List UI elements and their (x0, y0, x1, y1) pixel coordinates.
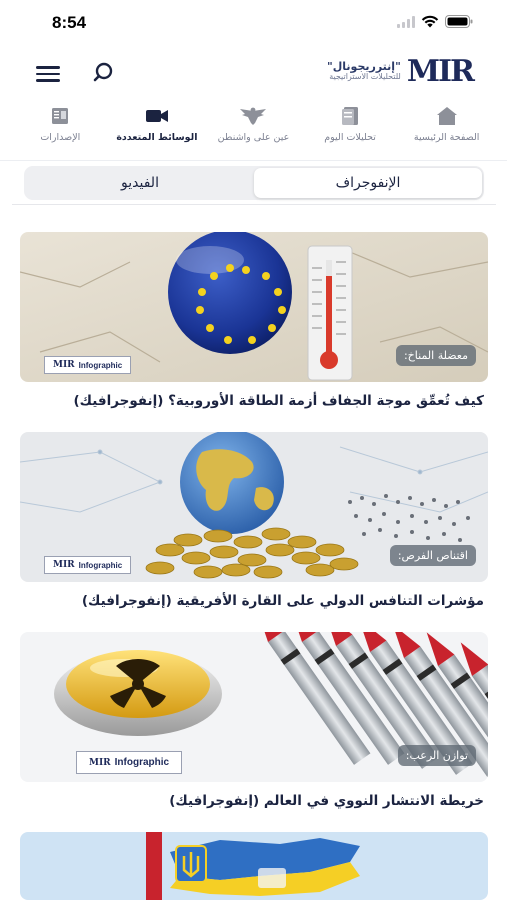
media-type-tabs: الفيديو الإنفوجراف (24, 166, 484, 200)
status-time: 8:54 (52, 13, 87, 32)
publications-icon (50, 104, 70, 128)
wifi-icon (421, 15, 439, 28)
nav-item-label: تحليلات اليوم (324, 132, 376, 143)
article-image-nuclear-map: توازن الرعب: MIR Infographic (20, 632, 488, 782)
document-icon (341, 104, 359, 128)
hamburger-menu-icon[interactable] (36, 66, 60, 84)
article-tag: توازن الرعب: (397, 745, 476, 766)
article-tag: اقتناص الفرص: (389, 545, 476, 566)
status-bar: 8:54 (0, 0, 507, 46)
tab-video[interactable]: الفيديو (26, 168, 254, 198)
article-image-europe-drought: معضلة المناخ: MIR Infographic (20, 232, 488, 382)
status-indicators (397, 15, 473, 28)
nav-item-label: عين على واشنطن (217, 132, 290, 143)
eagle-icon (239, 104, 267, 128)
article-card[interactable] (20, 832, 488, 900)
signal-icon (397, 15, 415, 28)
tab-infographic[interactable]: الإنفوجراف (254, 168, 482, 198)
infographic-badge: MIR Infographic (44, 556, 132, 574)
search-icon[interactable] (92, 60, 118, 86)
article-title[interactable]: مؤشرات التنافس الدولي على القارة الأفريق… (20, 593, 488, 609)
infographic-badge: MIR Infographic (44, 356, 132, 374)
nav-item-label: الصفحة الرئيسية (413, 132, 480, 143)
tabs-divider (12, 204, 496, 205)
nav-item-label: الوسائط المتعددة (116, 132, 198, 143)
article-card[interactable]: اقتناص الفرص: MIR Infographic مؤشرات التن… (20, 432, 488, 609)
logo-line2: للتحليلات الاستراتيجية (329, 72, 401, 82)
home-icon (436, 104, 458, 128)
logo-mark: MIR (406, 54, 475, 89)
nav-item-washington[interactable]: عين على واشنطن (207, 104, 299, 160)
logo-text: "إنترريجونال" للتحليلات الاستراتيجية (327, 60, 401, 82)
battery-icon (445, 15, 473, 28)
badge-label: Infographic (78, 560, 123, 570)
nav-item-label: الإصدارات (40, 132, 81, 143)
nav-item-analysis[interactable]: تحليلات اليوم (304, 104, 396, 160)
app-header: "إنترريجونال" للتحليلات الاستراتيجية MIR (0, 46, 507, 102)
article-image-africa-competition: اقتناص الفرص: MIR Infographic (20, 432, 488, 582)
article-image-ukraine (20, 832, 488, 900)
nav-item-multimedia[interactable]: الوسائط المتعددة (111, 104, 203, 160)
section-nav: الصفحة الرئيسية تحليلات اليوم عين على وا… (0, 104, 507, 160)
article-card[interactable]: توازن الرعب: MIR Infographic خريطة الانتش… (20, 632, 488, 809)
article-title[interactable]: خريطة الانتشار النووي في العالم (إنفوجرا… (20, 793, 488, 809)
badge-label: Infographic (114, 757, 170, 768)
article-title[interactable]: كيف تُعمِّق موجة الجفاف أزمة الطاقة الأو… (20, 393, 488, 409)
badge-label: Infographic (78, 360, 123, 370)
article-tag: معضلة المناخ: (395, 345, 476, 366)
article-card[interactable]: معضلة المناخ: MIR Infographic كيف تُعمِّق… (20, 232, 488, 409)
nav-item-home[interactable]: الصفحة الرئيسية (401, 104, 493, 160)
nav-item-publications[interactable]: الإصدارات (14, 104, 106, 160)
video-camera-icon (145, 104, 169, 128)
infographic-badge: MIR Infographic (76, 751, 183, 774)
app-logo[interactable]: "إنترريجونال" للتحليلات الاستراتيجية MIR (327, 54, 475, 89)
nav-divider (0, 160, 507, 161)
